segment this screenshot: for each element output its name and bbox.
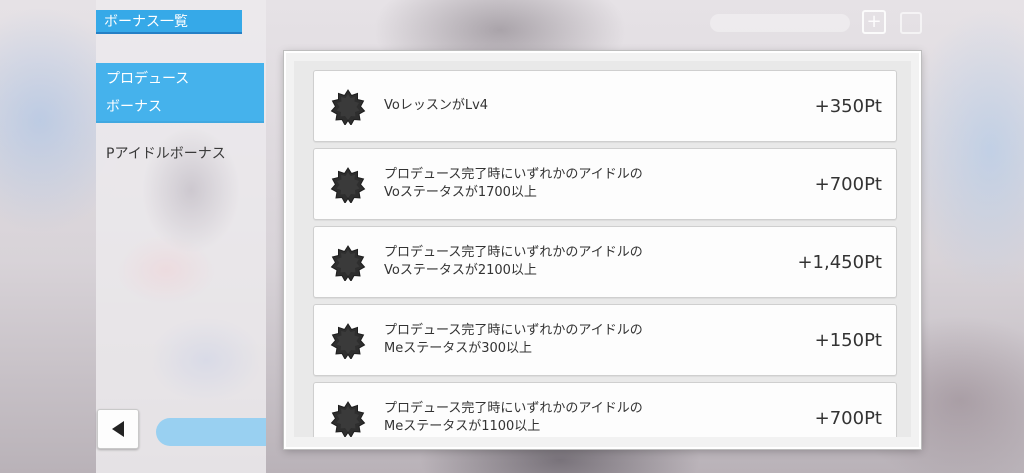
menu-icon[interactable]: [900, 12, 922, 34]
plus-icon[interactable]: +: [862, 10, 886, 34]
badge-star-icon: [330, 167, 366, 204]
sidebar-item-p-idol-bonus[interactable]: Pアイドルボーナス: [106, 143, 264, 165]
back-arrow-icon: [112, 421, 124, 437]
bonus-description: VoレッスンがLv4: [384, 71, 744, 141]
bottom-tab-decoration: [156, 418, 266, 446]
bonus-description-line2: Meステータスが300以上: [384, 341, 533, 356]
sidebar-item-label-line1: プロデュース: [106, 71, 190, 87]
bonus-points: +350Pt: [814, 95, 882, 117]
sidebar-item-produce-bonus[interactable]: プロデュース ボーナス: [96, 63, 264, 123]
bonus-points: +700Pt: [814, 173, 882, 195]
badge-star-icon: [330, 401, 366, 437]
bonus-row: プロデュース完了時にいずれかのアイドルの Meステータスが300以上 +150Pt: [313, 304, 897, 376]
header-status-strip: [710, 14, 850, 32]
bonus-description-line1: プロデュース完了時にいずれかのアイドルの: [384, 245, 643, 260]
bonus-row: プロデュース完了時にいずれかのアイドルの Voステータスが1700以上 +700Pt: [313, 148, 897, 220]
bonus-row: プロデュース完了時にいずれかのアイドルの Meステータスが1100以上 +700Pt: [313, 382, 897, 437]
bonus-description: プロデュース完了時にいずれかのアイドルの Voステータスが1700以上: [384, 149, 744, 219]
bonus-points: +150Pt: [814, 329, 882, 351]
bonus-description: プロデュース完了時にいずれかのアイドルの Meステータスが1100以上: [384, 383, 744, 437]
bonus-description-line1: プロデュース完了時にいずれかのアイドルの: [384, 167, 643, 182]
bonus-description-line2: Voステータスが2100以上: [384, 263, 537, 278]
bonus-list: VoレッスンがLv4 +350Pt プロデュース完了時にいずれかのアイドルの Voステ…: [313, 70, 897, 437]
bonus-description-line2: Voステータスが1700以上: [384, 185, 537, 200]
bonus-description-line1: VoレッスンがLv4: [384, 98, 489, 113]
badge-star-icon: [330, 245, 366, 282]
bonus-list-container[interactable]: VoレッスンがLv4 +350Pt プロデュース完了時にいずれかのアイドルの Voステ…: [294, 61, 911, 437]
bonus-points: +1,450Pt: [797, 251, 882, 273]
badge-star-icon: [330, 89, 366, 126]
bonus-panel: VoレッスンがLv4 +350Pt プロデュース完了時にいずれかのアイドルの Voステ…: [284, 51, 921, 449]
sidebar-item-label-line2: ボーナス: [106, 99, 162, 115]
back-button[interactable]: [97, 409, 139, 449]
sidebar-title: ボーナス一覧: [96, 10, 242, 34]
bonus-description: プロデュース完了時にいずれかのアイドルの Meステータスが300以上: [384, 305, 744, 375]
badge-star-icon: [330, 323, 366, 360]
bonus-description-line1: プロデュース完了時にいずれかのアイドルの: [384, 323, 643, 338]
bonus-points: +700Pt: [814, 407, 882, 429]
bonus-description-line2: Meステータスが1100以上: [384, 419, 541, 434]
bonus-description-line1: プロデュース完了時にいずれかのアイドルの: [384, 401, 643, 416]
bonus-row: プロデュース完了時にいずれかのアイドルの Voステータスが2100以上 +1,450…: [313, 226, 897, 298]
bonus-description: プロデュース完了時にいずれかのアイドルの Voステータスが2100以上: [384, 227, 744, 297]
bonus-row: VoレッスンがLv4 +350Pt: [313, 70, 897, 142]
